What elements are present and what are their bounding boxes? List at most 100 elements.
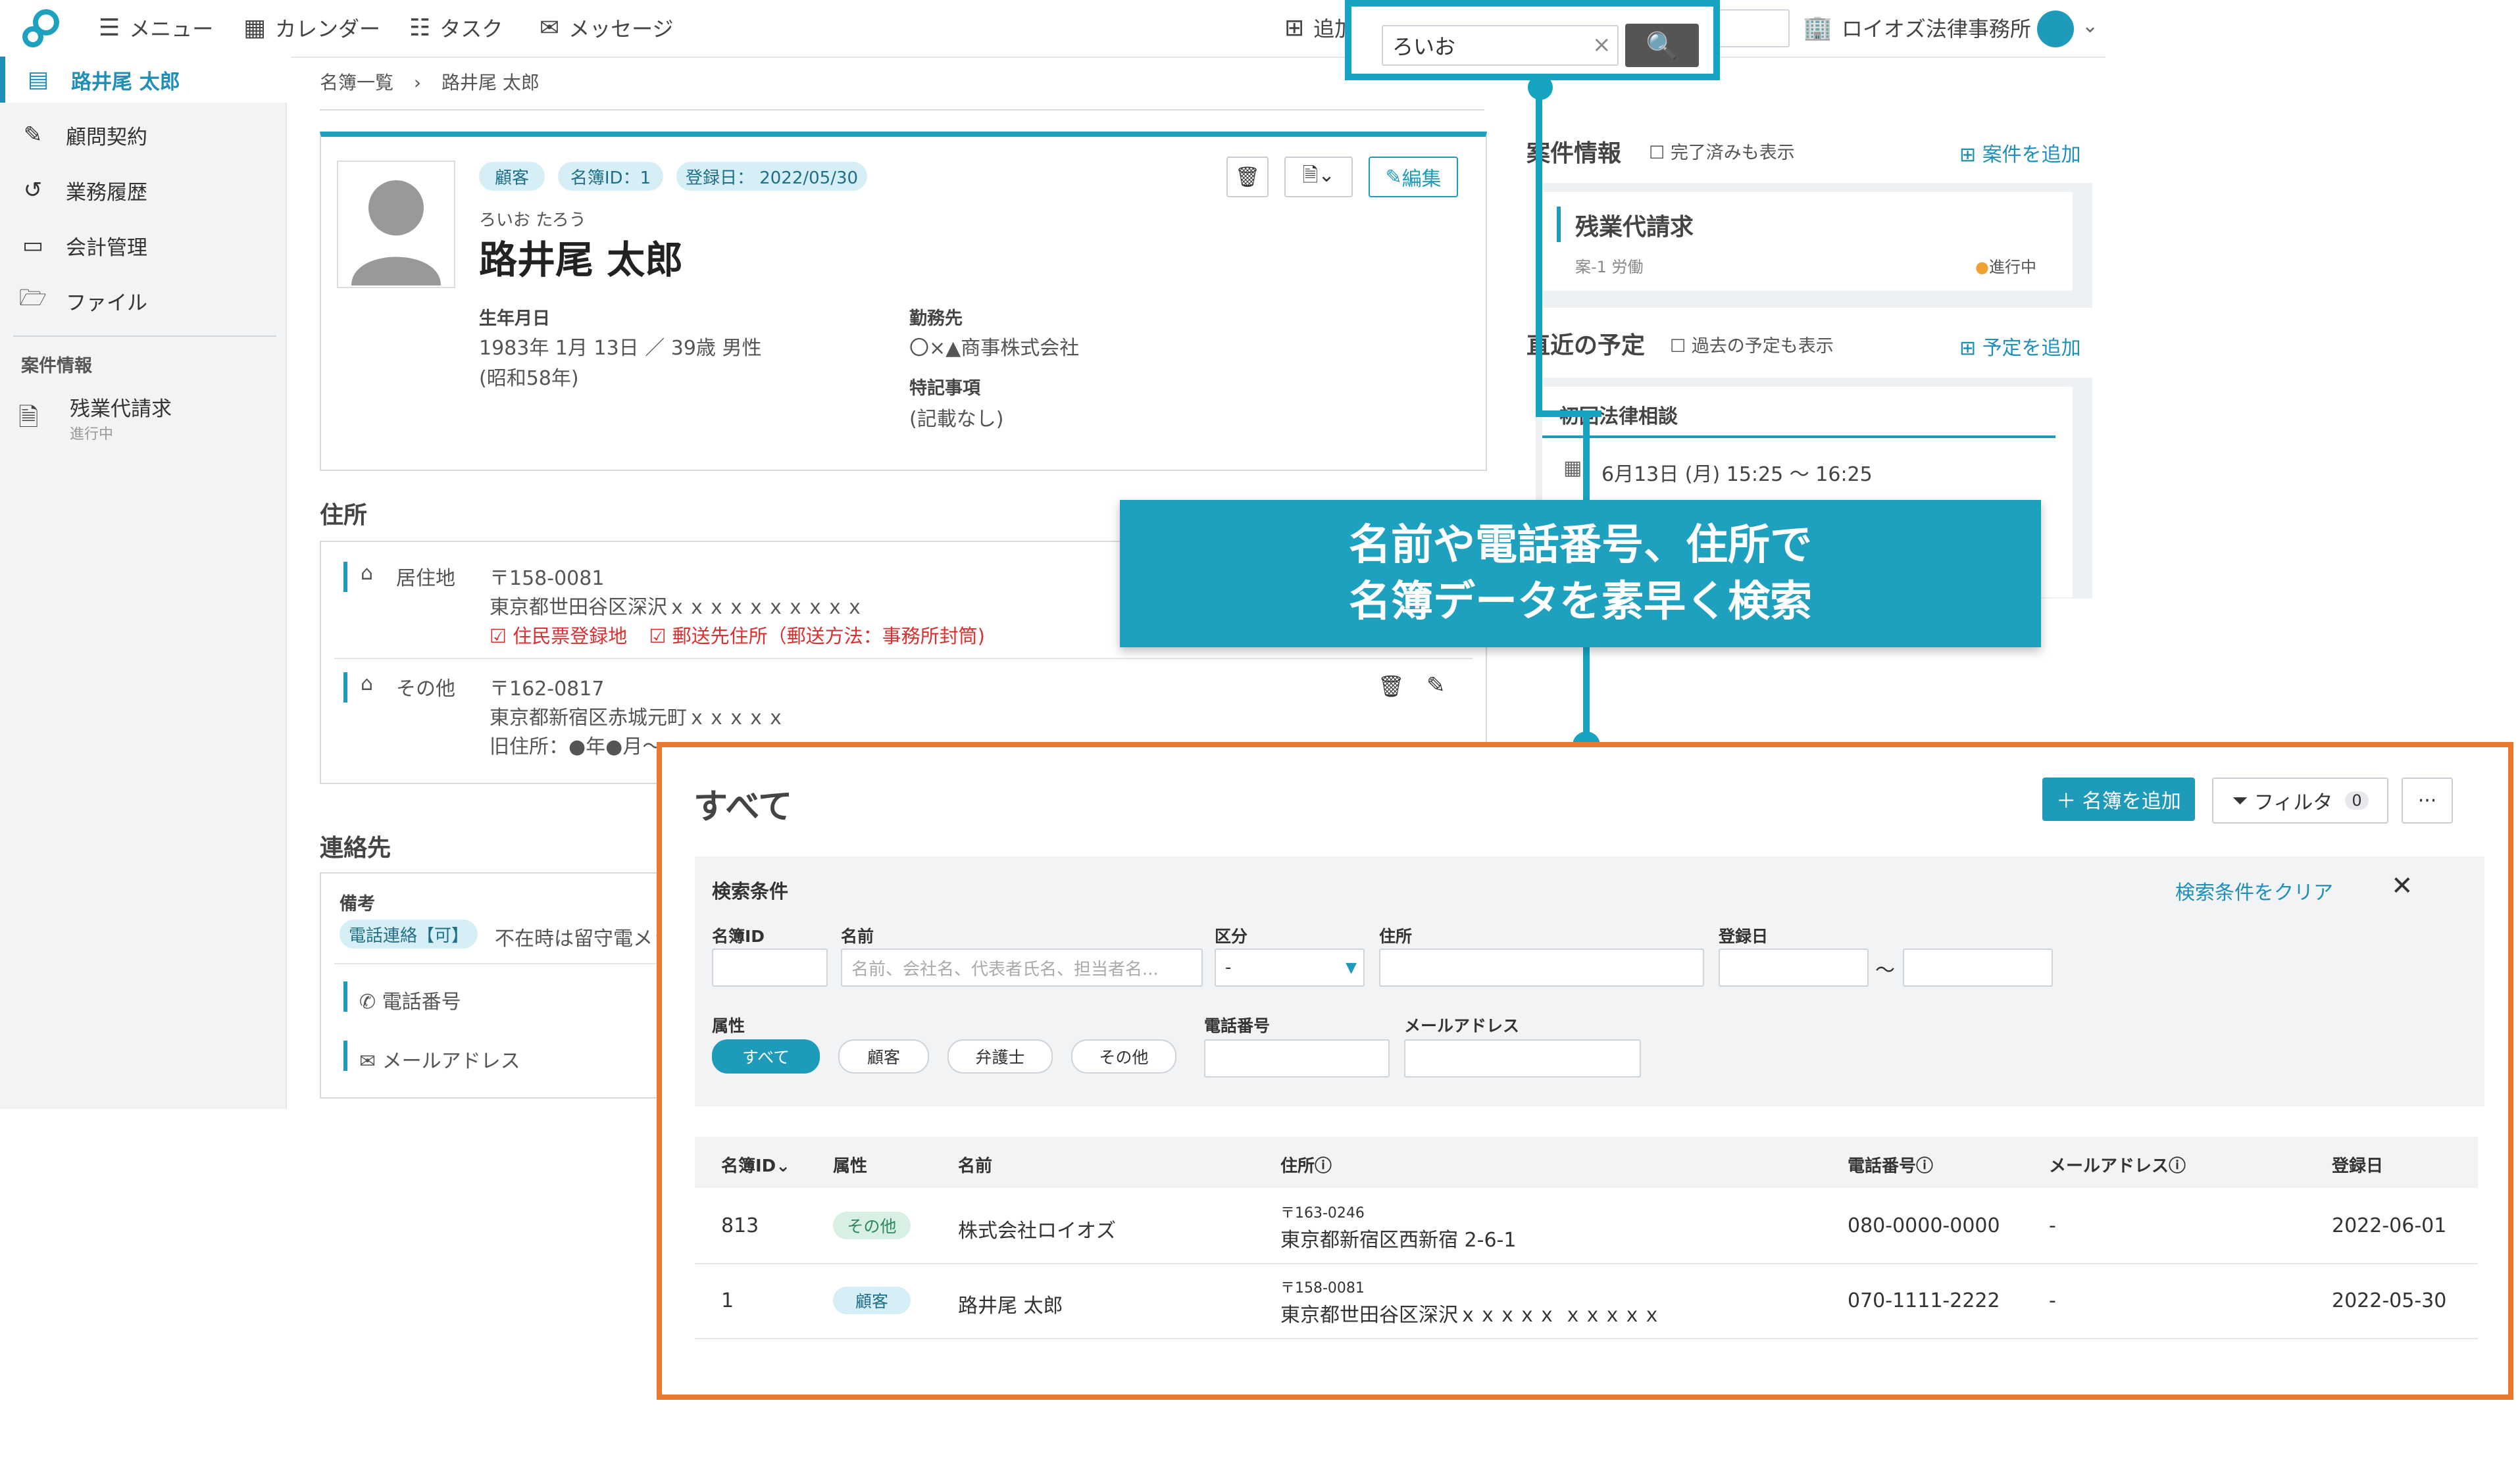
filter-button[interactable]: ⏷ フィルタ 0 [2212, 778, 2388, 824]
messages-nav[interactable]: ✉ メッセージ [540, 12, 674, 43]
checkbox-checked-icon: ☑ [649, 625, 667, 647]
chevron-down-icon[interactable]: ⌄ [2082, 14, 2098, 37]
table-row[interactable]: 1 顧客 路井尾 太郎 〒158-0081 東京都世田谷区深沢ｘｘｘｘｘ ｘｘｘ… [695, 1264, 2478, 1339]
chevron-right-icon: › [413, 72, 422, 93]
top-navigation-bar: ☰ メニュー ▦ カレンダー ☷ タスク ✉ メッセージ ⊞ 追加 🏢 ロイオズ法律事務所 … [0, 0, 2105, 58]
user-avatar-icon[interactable] [2037, 11, 2074, 47]
attr-lawyer-button[interactable]: 弁護士 [947, 1039, 1053, 1074]
add-schedule-link[interactable]: ⊞ 予定を追加 [1959, 332, 2081, 360]
trash-icon: 🗑 [1234, 165, 1261, 189]
row-name[interactable]: 株式会社ロイオズ [958, 1214, 1116, 1243]
contact-title: 連絡先 [320, 835, 391, 862]
menu-nav[interactable]: ☰ メニュー [99, 12, 213, 43]
more-button[interactable]: ··· [2402, 778, 2453, 824]
document-menu-button[interactable]: 🗎⌄ [1284, 157, 1353, 197]
help-icon[interactable]: ⓘ [1916, 1156, 1933, 1176]
table-header: 名簿ID⌄ 属性 名前 住所ⓘ 電話番号ⓘ メールアドレスⓘ 登録日 [695, 1137, 2478, 1188]
work-value: 〇×▲商事株式会社 [909, 337, 1080, 360]
document-icon: 🗎⌄ [1302, 163, 1335, 187]
birth-label: 生年月日 [479, 309, 550, 329]
col-id[interactable]: 名簿ID⌄ [721, 1152, 790, 1177]
caret-down-icon: ▼ [1346, 959, 1357, 976]
calendar-nav[interactable]: ▦ カレンダー [243, 12, 380, 43]
attr-other-button[interactable]: その他 [1071, 1039, 1176, 1074]
sidebar: ▤ 路井尾 太郎 ✎ 顧問契約 ↺ 業務履歴 ▭ 会計管理 🗁 ファイル 案件情報 🗎 残… [0, 57, 291, 1109]
name-label: 名前 [841, 927, 874, 946]
address-field[interactable] [1379, 949, 1704, 987]
folder-icon: 🗁 [18, 284, 47, 311]
sidebar-item-contract[interactable]: ✎ 顧問契約 [0, 112, 286, 158]
mail-field[interactable] [1404, 1039, 1641, 1077]
row-zip: 〒158-0081 [1280, 1280, 1365, 1297]
col-attr: 属性 [833, 1156, 868, 1176]
schedule-time: 6月13日 (月) 15:25 〜 16:25 [1601, 463, 1873, 486]
sidebar-item-history[interactable]: ↺ 業務履歴 [0, 167, 286, 213]
close-icon[interactable]: ✕ [2391, 871, 2413, 901]
mail-label: ✉ メールアドレス [359, 1050, 520, 1073]
row-phone: 080-0000-0000 [1848, 1214, 2000, 1237]
profile-card: 顧客 名簿ID：1 登録日： 2022/05/30 🗑 🗎⌄ ✎ 編集 ろいお た… [320, 132, 1487, 471]
document-icon: 🗎 [18, 403, 39, 432]
address-line: 東京都新宿区赤城元町ｘｘｘｘｘ [490, 706, 786, 730]
id-label: 名簿ID [712, 927, 765, 946]
memo-label: 備考 [340, 894, 375, 914]
app-logo-icon[interactable] [18, 5, 64, 51]
case-sub: 案-1 労働 [1575, 258, 1644, 276]
col-date: 登録日 [2332, 1156, 2384, 1176]
edit-icon: ✎ [1385, 165, 1402, 189]
sidebar-case-status: 進行中 [70, 426, 114, 443]
clear-icon[interactable]: × [1592, 32, 1611, 58]
sidebar-item-accounting[interactable]: ▭ 会計管理 [0, 222, 286, 268]
clear-conditions-link[interactable]: 検索条件をクリア [2175, 876, 2333, 905]
callout-line2: 名簿データを素早く検索 [1349, 578, 1812, 626]
attr-all-button[interactable]: すべて [712, 1039, 820, 1074]
add-case-link[interactable]: ⊞ 案件を追加 [1959, 138, 2081, 167]
add-contact-button[interactable]: ＋ 名簿を追加 [2042, 778, 2195, 821]
date-label: 登録日 [1719, 927, 1769, 946]
tasks-nav[interactable]: ☷ タスク [409, 12, 503, 43]
table-row[interactable]: 813 その他 株式会社ロイオズ 〒163-0246 東京都新宿区西新宿 2-6… [695, 1189, 2478, 1264]
furigana: ろいお たろう [479, 210, 586, 230]
col-phone: 電話番号ⓘ [1848, 1156, 1934, 1176]
office-nav[interactable]: 🏢 ロイオズ法律事務所 [1803, 12, 2031, 43]
edit-button[interactable]: ✎ 編集 [1369, 157, 1458, 197]
breadcrumb-parent[interactable]: 名簿一覧 [320, 72, 393, 93]
kubun-label: 区分 [1215, 927, 1248, 946]
name-field[interactable]: 名前、会社名、代表者氏名、担当者名... [841, 949, 1203, 987]
funnel-icon: ⏷ [2232, 789, 2248, 812]
sidebar-item-profile[interactable]: ▤ 路井尾 太郎 [0, 57, 291, 103]
address-old: 旧住所：●年●月〜 [490, 735, 663, 758]
address-flags: ☑ 住民票登録地 ☑ 郵送先住所（郵送方法：事務所封筒) [490, 625, 985, 647]
sidebar-case-name[interactable]: 残業代請求 [70, 392, 172, 422]
phone-label: 電話番号 [1204, 1016, 1271, 1035]
attr-customer-button[interactable]: 顧客 [838, 1039, 929, 1074]
wallet-icon: ▭ [22, 232, 44, 259]
search-button[interactable]: 🔍 [1625, 24, 1699, 67]
edit-icon[interactable]: ✎ [1426, 672, 1446, 699]
show-done-checkbox[interactable]: ☐ 完了済みも表示 [1649, 138, 1795, 164]
mail-icon: ✉ [359, 1050, 376, 1073]
help-icon[interactable]: ⓘ [2169, 1156, 2186, 1176]
trash-icon[interactable]: 🗑 [1378, 674, 1405, 699]
phone-field[interactable] [1204, 1039, 1390, 1077]
row-id: 1 [721, 1289, 734, 1312]
date-from-field[interactable] [1719, 949, 1869, 987]
calendar-icon: ▦ [243, 14, 266, 41]
accent-line [1542, 435, 2055, 438]
date-to-field[interactable] [1903, 949, 2053, 987]
tag-customer: 顧客 [479, 162, 545, 191]
row-name[interactable]: 路井尾 太郎 [958, 1289, 1063, 1318]
case-card[interactable]: 残業代請求 案-1 労働 ●進行中 [1542, 192, 2073, 291]
help-icon[interactable]: ⓘ [1315, 1156, 1332, 1176]
home-icon: ⌂ [361, 562, 374, 585]
birth-era: (昭和58年) [479, 367, 579, 390]
search-input[interactable]: ろいお [1382, 25, 1619, 66]
sidebar-item-files[interactable]: 🗁 ファイル [0, 278, 286, 324]
divider [13, 335, 276, 337]
address-type: 居住地 [396, 567, 455, 590]
delete-button[interactable]: 🗑 [1226, 157, 1269, 197]
id-field[interactable] [712, 949, 828, 987]
show-past-checkbox[interactable]: ☐ 過去の予定も表示 [1670, 332, 1834, 357]
calendar-icon: ▦ [1563, 457, 1582, 480]
kubun-select[interactable]: - ▼ [1215, 949, 1365, 987]
